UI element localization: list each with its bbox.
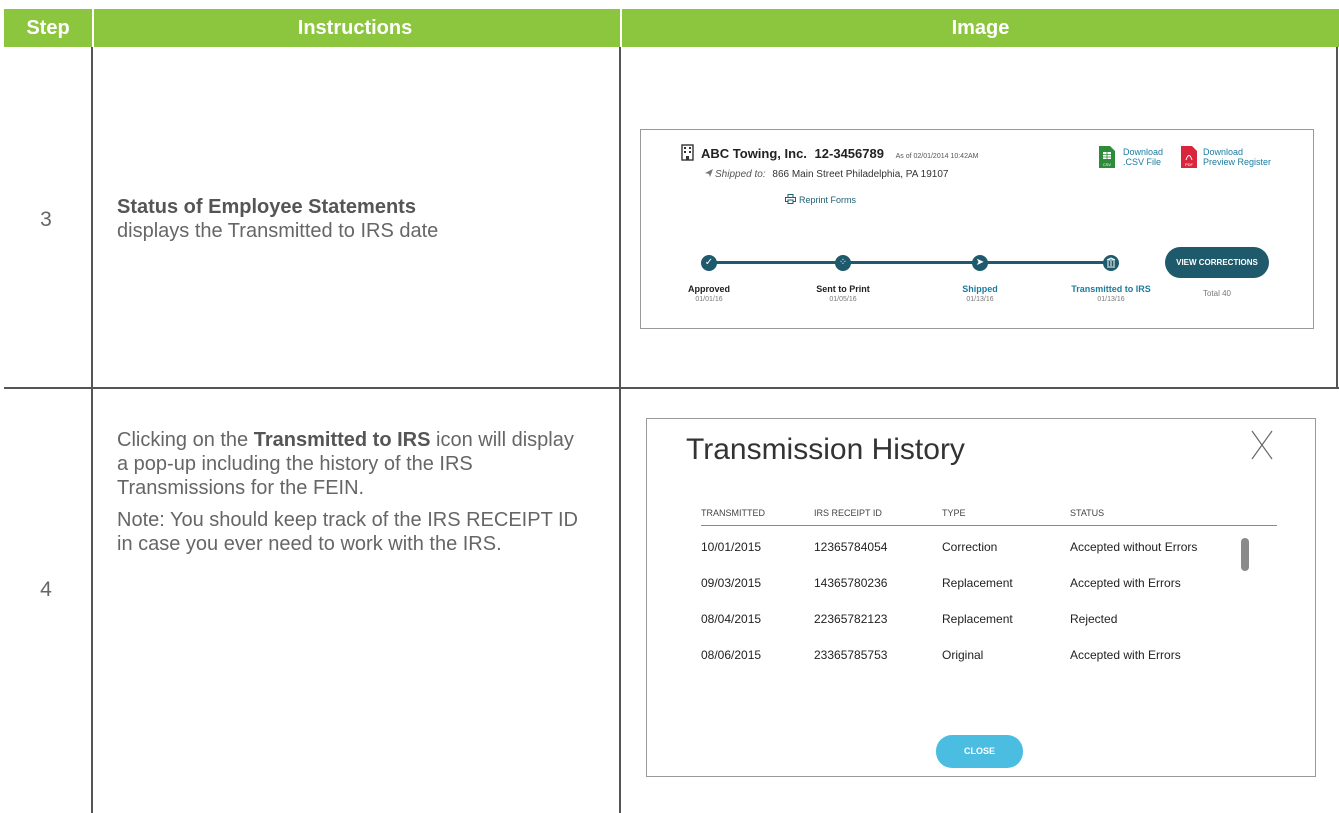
- step-number: 3: [40, 208, 52, 231]
- download-csv-line2: .CSV File: [1123, 157, 1162, 167]
- cell-type: Replacement: [942, 576, 1013, 590]
- instruction-bold: Status of Employee Statements: [117, 196, 416, 218]
- close-icon[interactable]: [1251, 430, 1273, 460]
- view-corrections-button[interactable]: VIEW CORRECTIONS: [1165, 247, 1269, 278]
- download-preview-register-link[interactable]: Download Preview Register: [1203, 147, 1271, 167]
- header-instructions: Instructions: [297, 17, 413, 39]
- cell-irs-receipt-id: 22365782123: [814, 612, 888, 626]
- building-icon: [681, 144, 694, 161]
- step-date-approved: 01/01/16: [695, 296, 723, 303]
- cell-irs-receipt-id: 14365780236: [814, 576, 888, 590]
- transmitted-to-irs-icon[interactable]: [1103, 255, 1119, 271]
- download-csv-line1: Download: [1123, 147, 1164, 157]
- step-label-approved: Approved: [687, 284, 730, 294]
- header-step: Step: [26, 17, 70, 39]
- cell-status: Accepted with Errors: [1070, 648, 1181, 662]
- csv-badge: CSV: [1103, 162, 1112, 167]
- cell-status: Accepted without Errors: [1070, 540, 1198, 554]
- cell-irs-receipt-id: 23365785753: [814, 648, 888, 662]
- column-divider: [91, 47, 93, 813]
- column-header-transmitted: TRANSMITTED: [701, 508, 765, 518]
- shipped-line: Shipped to: 866 Main Street Philadelphia…: [705, 169, 948, 180]
- step-label-transmitted-to-irs[interactable]: Transmitted to IRS: [1066, 284, 1156, 294]
- instruction-note: Note: You should keep track of the IRS R…: [117, 509, 578, 555]
- column-divider: [619, 47, 621, 813]
- cell-transmitted: 10/01/2015: [701, 540, 762, 554]
- step-label-sent-to-print: Sent to Print: [816, 284, 870, 294]
- step-date-shipped: 01/13/16: [966, 296, 994, 303]
- cell-irs-receipt-id: 12365784054: [814, 540, 888, 554]
- reprint-forms-label: Reprint Forms: [799, 195, 857, 205]
- approved-check-icon: ✓: [701, 255, 717, 271]
- instruction-text: Clicking on the Transmitted to IRS icon …: [117, 428, 587, 556]
- company-name: ABC Towing, Inc.: [701, 146, 807, 161]
- company-fein: 12-3456789: [814, 146, 884, 161]
- download-pdf-line2: Preview Register: [1203, 157, 1272, 167]
- csv-file-icon[interactable]: CSV: [1099, 146, 1115, 168]
- cell-transmitted: 08/06/2015: [701, 648, 762, 662]
- step-label-shipped[interactable]: Shipped: [935, 284, 1025, 294]
- corrections-total: Total 40: [1202, 289, 1232, 298]
- cell-transmitted: 09/03/2015: [701, 576, 762, 590]
- reprint-forms-link[interactable]: Reprint Forms: [785, 194, 856, 205]
- send-icon: [705, 169, 713, 177]
- row-divider: [4, 387, 1339, 389]
- column-divider: [1336, 47, 1338, 389]
- pdf-file-icon[interactable]: PDF: [1181, 146, 1197, 168]
- instruction-body: displays the Transmitted to IRS date: [117, 220, 439, 242]
- progress-track: [709, 261, 1109, 264]
- download-pdf-line1: Download: [1203, 147, 1244, 157]
- table-header: Step Instructions Image: [4, 9, 1339, 47]
- cell-type: Replacement: [942, 612, 1013, 626]
- as-of-date: As of 02/01/2014 10:42AM: [895, 153, 979, 160]
- company-line: ABC Towing, Inc. 12-3456789 As of 02/01/…: [701, 146, 978, 161]
- transmission-history-modal: Transmission History TRANSMITTED IRS REC…: [646, 418, 1316, 777]
- header-image: Image: [951, 17, 1010, 39]
- column-header-irs-receipt-id: IRS RECEIPT ID: [814, 508, 882, 518]
- column-header-status: STATUS: [1070, 508, 1105, 518]
- instruction-text: Status of Employee Statements displays t…: [117, 195, 597, 243]
- shipping-address: 866 Main Street Philadelphia, PA 19107: [772, 169, 949, 180]
- column-header-type: TYPE: [942, 508, 966, 518]
- shipped-label: Shipped to:: [715, 169, 766, 180]
- status-card: ABC Towing, Inc. 12-3456789 As of 02/01/…: [640, 129, 1314, 329]
- step-number: 4: [40, 578, 52, 601]
- instruction-bold: Transmitted to IRS: [253, 429, 431, 451]
- cell-status: Accepted with Errors: [1070, 576, 1181, 590]
- header-divider: [701, 525, 1277, 526]
- cell-transmitted: 08/04/2015: [701, 612, 762, 626]
- instruction-pre: Clicking on the: [117, 429, 249, 451]
- pdf-badge: PDF: [1185, 162, 1194, 167]
- printer-icon: [785, 194, 796, 204]
- modal-title: Transmission History: [686, 433, 965, 466]
- step-date-sent-to-print: 01/05/16: [829, 296, 857, 303]
- scrollbar-thumb[interactable]: [1241, 538, 1249, 571]
- shipped-icon: ➤: [972, 255, 988, 271]
- close-button[interactable]: CLOSE: [936, 735, 1023, 768]
- download-csv-link[interactable]: Download .CSV File: [1123, 147, 1163, 167]
- step-date-transmitted-to-irs: 01/13/16: [1097, 296, 1125, 303]
- cell-type: Original: [942, 648, 984, 662]
- cell-type: Correction: [942, 540, 998, 554]
- cell-status: Rejected: [1070, 612, 1118, 626]
- sent-to-print-icon: ⁘: [835, 255, 851, 271]
